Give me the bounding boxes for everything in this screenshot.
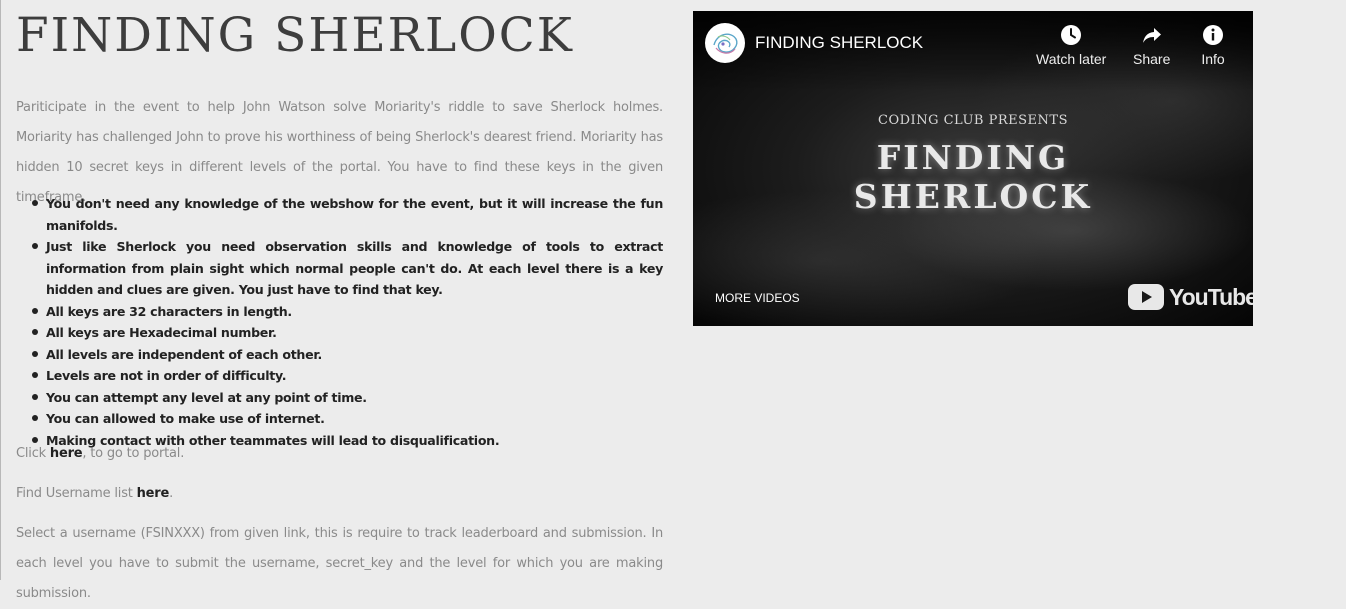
thumbnail-subtitle: CODING CLUB PRESENTS: [878, 113, 1068, 128]
rule-item: Levels are not in order of difficulty.: [16, 365, 663, 387]
username-paragraph: Find Username list here.: [16, 484, 173, 504]
page-left-border: [0, 0, 1, 580]
username-prefix: Find Username list: [16, 486, 137, 501]
info-label: Info: [1201, 51, 1225, 67]
portal-paragraph: Click here, to go to portal.: [16, 444, 184, 464]
youtube-logo-text: YouTube: [1169, 283, 1253, 310]
info-button[interactable]: Info: [1201, 23, 1225, 67]
username-suffix: .: [169, 486, 174, 501]
portal-prefix: Click: [16, 446, 50, 461]
clock-icon: [1061, 25, 1082, 45]
thumbnail-title-line1: FINDING: [876, 138, 1070, 177]
channel-avatar[interactable]: [705, 23, 745, 63]
thumbnail-title-line2: SHERLOCK: [853, 177, 1093, 216]
rule-item: All keys are Hexadecimal number.: [16, 322, 663, 344]
portal-suffix: , to go to portal.: [82, 446, 185, 461]
username-list-link[interactable]: here: [137, 486, 170, 501]
youtube-play-icon: [1128, 284, 1164, 310]
rule-item: All levels are independent of each other…: [16, 344, 663, 366]
watch-later-label: Watch later: [1036, 51, 1107, 67]
share-button[interactable]: Share: [1133, 23, 1170, 67]
username-instructions: Select a username (FSINXXX) from given l…: [16, 526, 663, 601]
video-title[interactable]: FINDING SHERLOCK: [755, 33, 923, 53]
rule-item: Just like Sherlock you need observation …: [16, 236, 663, 301]
rule-item: You don't need any knowledge of the webs…: [16, 193, 663, 236]
info-icon: [1203, 25, 1223, 45]
watch-later-button[interactable]: Watch later: [1036, 23, 1106, 67]
rules-list: You don't need any knowledge of the webs…: [16, 193, 663, 451]
youtube-logo[interactable]: YouTube: [1128, 284, 1253, 310]
rule-item: All keys are 32 characters in length.: [16, 301, 663, 323]
youtube-embed[interactable]: FINDING SHERLOCK Watch later Share Info …: [693, 11, 1253, 326]
rule-item: You can attempt any level at any point o…: [16, 387, 663, 409]
more-videos-button[interactable]: MORE VIDEOS: [715, 291, 800, 305]
page-title: FINDING SHERLOCK: [16, 8, 574, 63]
rule-item: You can allowed to make use of internet.: [16, 408, 663, 430]
share-label: Share: [1133, 51, 1171, 67]
channel-logo-icon: [706, 24, 744, 62]
share-arrow-icon: [1142, 28, 1161, 43]
portal-link[interactable]: here: [50, 446, 83, 461]
